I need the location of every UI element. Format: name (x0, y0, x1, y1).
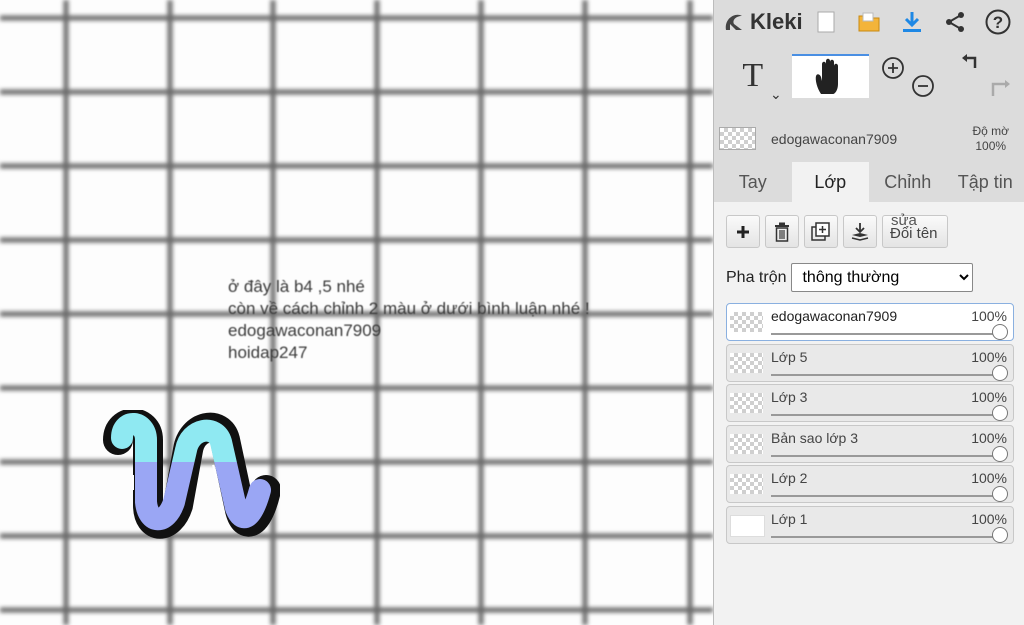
layer-item[interactable]: edogawaconan7909 100% (726, 303, 1014, 341)
layer-opacity: 100% (971, 429, 1007, 446)
layer-opacity: 100% (971, 470, 1007, 486)
layers-panel: sửa Đổi tên Pha trộn thông thường edogaw… (714, 202, 1024, 625)
rename-layer-button[interactable]: sửa Đổi tên (882, 212, 948, 248)
plus-icon (737, 225, 749, 238)
panel-tabs: Tay Lớp Chỉnh Tập tin (714, 162, 1024, 202)
layer-item[interactable]: Lớp 2 100% (726, 465, 1014, 503)
layer-item[interactable]: Lớp 3 100% (726, 384, 1014, 422)
add-layer-button[interactable] (726, 215, 760, 248)
tab-layers[interactable]: Lớp (791, 162, 869, 202)
logo-text: Kleki (750, 9, 803, 34)
opacity-slider-track[interactable] (771, 414, 999, 416)
zoom-in-icon[interactable] (881, 56, 905, 80)
canvas-text-line-3: edogawaconan7909 (228, 321, 382, 340)
layer-thumbnail (730, 514, 765, 537)
layer-item[interactable]: Lớp 1 100% (726, 505, 1014, 544)
hand-icon (815, 58, 839, 94)
duplicate-icon (811, 221, 830, 241)
canvas-text-line-1: ở đây là b4 ,5 nhé (228, 277, 365, 296)
layer-list: edogawaconan7909 100% Lớp 5 100% Lớp 3 1… (726, 303, 1014, 546)
trash-icon (775, 222, 789, 242)
canvas-text-line-2: còn về cách chỉnh 2 màu ở dưới bình luận… (228, 299, 590, 318)
svg-text:?: ? (992, 13, 1002, 32)
opacity-slider-handle[interactable] (992, 324, 1008, 340)
zoom-tool[interactable] (869, 54, 947, 98)
opacity-slider-track[interactable] (771, 454, 999, 457)
text-tool[interactable]: T ⌄ (714, 54, 792, 102)
layer-opacity: 100% (971, 510, 1007, 527)
delete-layer-button[interactable] (765, 215, 799, 248)
opacity-label: Độ mờ (972, 124, 1009, 138)
opacity-slider-track[interactable] (771, 333, 999, 335)
current-layer-name: edogawaconan7909 (771, 131, 898, 147)
layer-thumbnail (730, 352, 763, 373)
opacity-slider-handle[interactable] (992, 445, 1008, 462)
canvas-text-line-4: hoidap247 (228, 343, 308, 362)
layer-name: Lớp 1 (771, 510, 808, 527)
layer-opacity: 100% (971, 389, 1007, 405)
squiggle-drawing (103, 410, 280, 539)
current-layer-info: edogawaconan7909 Độ mờ 100% (714, 118, 1024, 158)
kleki-logo[interactable]: Kleki (722, 9, 803, 35)
chevron-down-icon[interactable]: ⌄ (770, 86, 782, 103)
opacity-slider-handle[interactable] (992, 405, 1008, 421)
current-layer-opacity: Độ mờ 100% (972, 124, 1009, 154)
layer-thumbnail (730, 312, 763, 332)
layer-opacity: 100% (971, 308, 1007, 324)
opacity-slider-handle[interactable] (992, 486, 1008, 502)
layer-name: Bản sao lớp 3 (771, 429, 859, 446)
blend-mode-select[interactable]: thông thường (791, 263, 974, 292)
blend-mode-label: Pha trộn (726, 268, 787, 286)
download-icon[interactable] (899, 9, 925, 35)
layer-thumbnail (730, 433, 763, 454)
hand-tool[interactable] (791, 54, 869, 98)
merge-down-button[interactable] (843, 215, 877, 248)
layer-item[interactable]: Bản sao lớp 3 100% (726, 424, 1014, 463)
layer-name: Lớp 5 (771, 348, 808, 365)
new-file-icon[interactable] (813, 9, 839, 35)
undo-redo-tool (947, 54, 1024, 98)
kleki-logo-icon (725, 14, 742, 30)
top-toolbar: Kleki ? (714, 0, 1024, 44)
redo-icon[interactable] (989, 76, 1011, 98)
share-icon[interactable] (942, 9, 968, 35)
current-layer-thumbnail (719, 127, 756, 150)
opacity-slider-track[interactable] (771, 495, 999, 497)
blend-mode-row: Pha trộn thông thường (726, 263, 974, 292)
duplicate-layer-button[interactable] (804, 215, 838, 248)
layer-thumbnail (730, 393, 763, 413)
merge-down-icon (851, 222, 869, 241)
opacity-slider-track[interactable] (771, 535, 999, 538)
layer-buttons: sửa Đổi tên (726, 212, 948, 248)
tab-adjust[interactable]: Chỉnh (869, 162, 947, 202)
open-folder-icon[interactable] (856, 9, 882, 35)
tool-row: T ⌄ (714, 54, 1024, 102)
layer-name: Lớp 2 (771, 470, 808, 486)
canvas-text: ở đây là b4 ,5 nhé còn về cách chỉnh 2 m… (228, 276, 590, 364)
layer-thumbnail (730, 474, 763, 494)
drawing-canvas[interactable]: ở đây là b4 ,5 nhé còn về cách chỉnh 2 m… (0, 0, 713, 625)
layer-item[interactable]: Lớp 5 100% (726, 343, 1014, 382)
tab-brush[interactable]: Tay (714, 162, 792, 202)
layer-opacity: 100% (971, 348, 1007, 365)
zoom-out-icon[interactable] (911, 74, 935, 98)
opacity-slider-track[interactable] (771, 373, 999, 376)
opacity-value: 100% (975, 139, 1007, 153)
opacity-slider-handle[interactable] (992, 526, 1008, 543)
text-tool-label: T (742, 57, 764, 94)
help-icon[interactable]: ? (985, 9, 1011, 35)
layer-name: edogawaconan7909 (771, 308, 898, 324)
sidebar: Kleki ? T ⌄ edogawaconan7909 Độ mờ 100% … (713, 0, 1024, 625)
tab-file[interactable]: Tập tin (947, 162, 1024, 202)
opacity-slider-handle[interactable] (992, 364, 1008, 381)
layer-name: Lớp 3 (771, 389, 808, 405)
undo-icon[interactable] (961, 54, 983, 76)
rename-button-label: Đổi tên (890, 225, 938, 242)
